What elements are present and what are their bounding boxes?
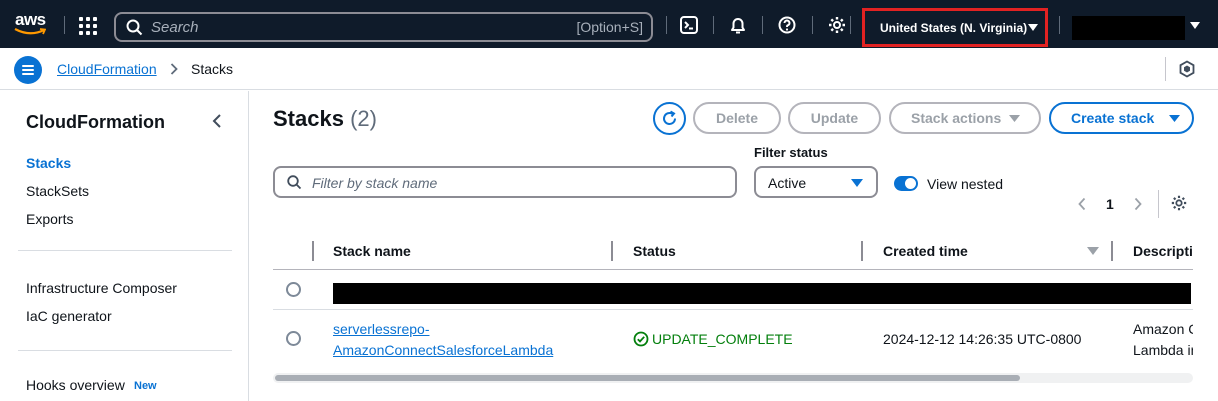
success-check-circle-icon [633,331,649,347]
stacks-table: Stack name Status Created time Descripti… [0,0,1193,401]
status-cell: UPDATE_COMPLETE [633,331,793,347]
column-divider[interactable] [861,241,863,261]
column-divider[interactable] [1111,241,1113,261]
header-divider [273,269,1193,270]
row-select-radio[interactable] [286,282,301,297]
stack-name-link[interactable]: AmazonConnectSalesforceLambda [333,342,553,358]
description-cell: Amazon C [1133,321,1193,337]
scrollbar-thumb[interactable] [275,375,1020,381]
created-time-cell: 2024-12-12 14:26:35 UTC-0800 [883,331,1082,347]
column-divider[interactable] [312,241,314,261]
redacted-row [333,283,1191,304]
stack-name-link[interactable]: serverlessrepo- [333,321,429,337]
column-header-description[interactable]: Descriptio [1133,243,1193,259]
row-divider [273,309,1193,310]
column-divider[interactable] [611,241,613,261]
column-header-created-time[interactable]: Created time [883,243,968,259]
row-select-radio[interactable] [286,331,301,346]
horizontal-scrollbar[interactable] [273,373,1193,383]
description-cell: Lambda in [1133,342,1193,358]
column-header-status[interactable]: Status [633,243,676,259]
status-text: UPDATE_COMPLETE [652,331,793,347]
sort-caret-down-icon[interactable] [1087,247,1099,255]
column-header-stack-name[interactable]: Stack name [333,243,411,259]
